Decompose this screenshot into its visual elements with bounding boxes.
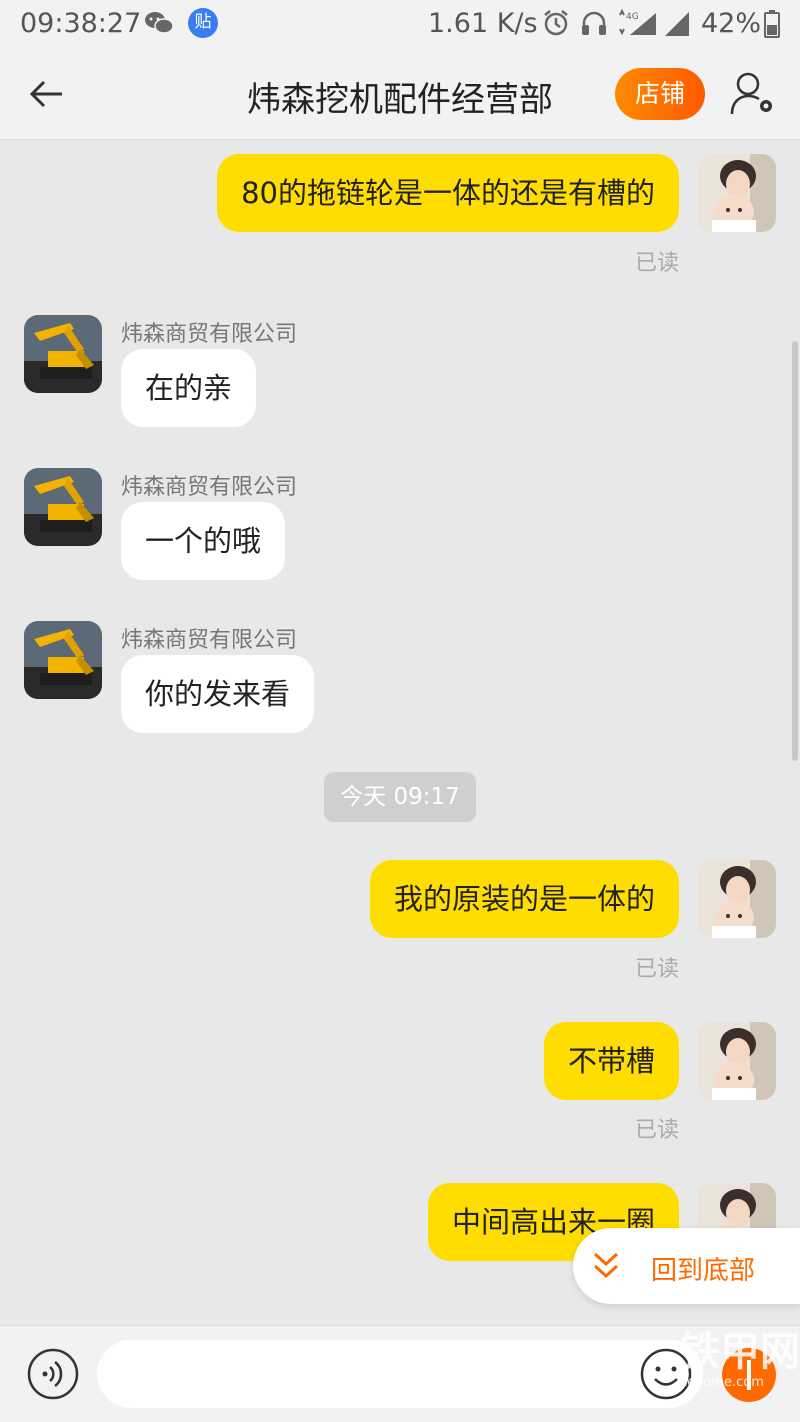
headset-icon: [582, 11, 606, 35]
network-speed: 1.61 K/s: [428, 8, 538, 39]
alarm-icon: [544, 10, 568, 36]
seller-avatar[interactable]: [24, 315, 102, 393]
battery-percent: 42%: [701, 8, 762, 39]
status-time: 09:38:27: [20, 8, 142, 39]
seller-message-bubble[interactable]: 你的发来看: [121, 655, 315, 733]
wechat-icon: [145, 12, 174, 34]
seller-avatar[interactable]: [24, 468, 102, 546]
voice-input-icon[interactable]: [27, 1348, 79, 1400]
chat-message-list[interactable]: 80的拖链轮是一体的还是有槽的 已读 炜森商贸有限公司 在的亲 炜森商贸有限公司…: [0, 141, 800, 1325]
battery-icon: [764, 10, 780, 38]
network-type-label: 4G: [626, 12, 639, 22]
jump-to-bottom-button[interactable]: 回到底部: [573, 1228, 800, 1304]
my-avatar[interactable]: [698, 1022, 776, 1100]
seller-message-bubble[interactable]: 一个的哦: [121, 502, 286, 580]
watermark-sub: cehome.com: [680, 1375, 764, 1390]
cellular-4g-icon: 4G: [619, 9, 656, 36]
seller-message-bubble[interactable]: 在的亲: [121, 349, 257, 427]
signal-icon: [665, 12, 689, 36]
back-arrow-icon[interactable]: [22, 72, 70, 116]
status-bar: 09:38:27 贴 1.61 K/s 4G 42%: [0, 0, 800, 48]
timestamp-divider: 今天 09:17: [324, 772, 476, 822]
my-message-bubble[interactable]: 我的原装的是一体的: [369, 860, 679, 938]
chat-header: 炜森挖机配件经营部 店铺: [0, 48, 800, 140]
user-settings-icon[interactable]: [728, 68, 778, 120]
read-receipt: 已读: [634, 251, 679, 276]
read-receipt: 已读: [634, 1118, 679, 1143]
tieba-icon: 贴: [188, 8, 218, 38]
read-receipt: 已读: [634, 957, 679, 982]
my-message-bubble[interactable]: 不带槽: [543, 1022, 679, 1100]
my-avatar[interactable]: [698, 860, 776, 938]
shop-button[interactable]: 店铺: [615, 68, 705, 120]
sender-name: 炜森商贸有限公司: [121, 322, 298, 347]
my-avatar[interactable]: [698, 154, 776, 232]
watermark-main: 铁甲网: [680, 1329, 800, 1375]
watermark-logo: 铁甲网 cehome.com: [680, 1332, 800, 1422]
my-message-bubble[interactable]: 80的拖链轮是一体的还是有槽的: [217, 154, 679, 232]
jump-to-bottom-label: 回到底部: [651, 1256, 756, 1286]
sender-name: 炜森商贸有限公司: [121, 475, 298, 500]
page-title: 炜森挖机配件经营部: [247, 80, 553, 120]
double-chevron-down-icon: [593, 1252, 619, 1279]
sender-name: 炜森商贸有限公司: [121, 628, 298, 653]
message-input[interactable]: [97, 1340, 703, 1408]
scrollbar[interactable]: [792, 341, 798, 761]
seller-avatar[interactable]: [24, 621, 102, 699]
